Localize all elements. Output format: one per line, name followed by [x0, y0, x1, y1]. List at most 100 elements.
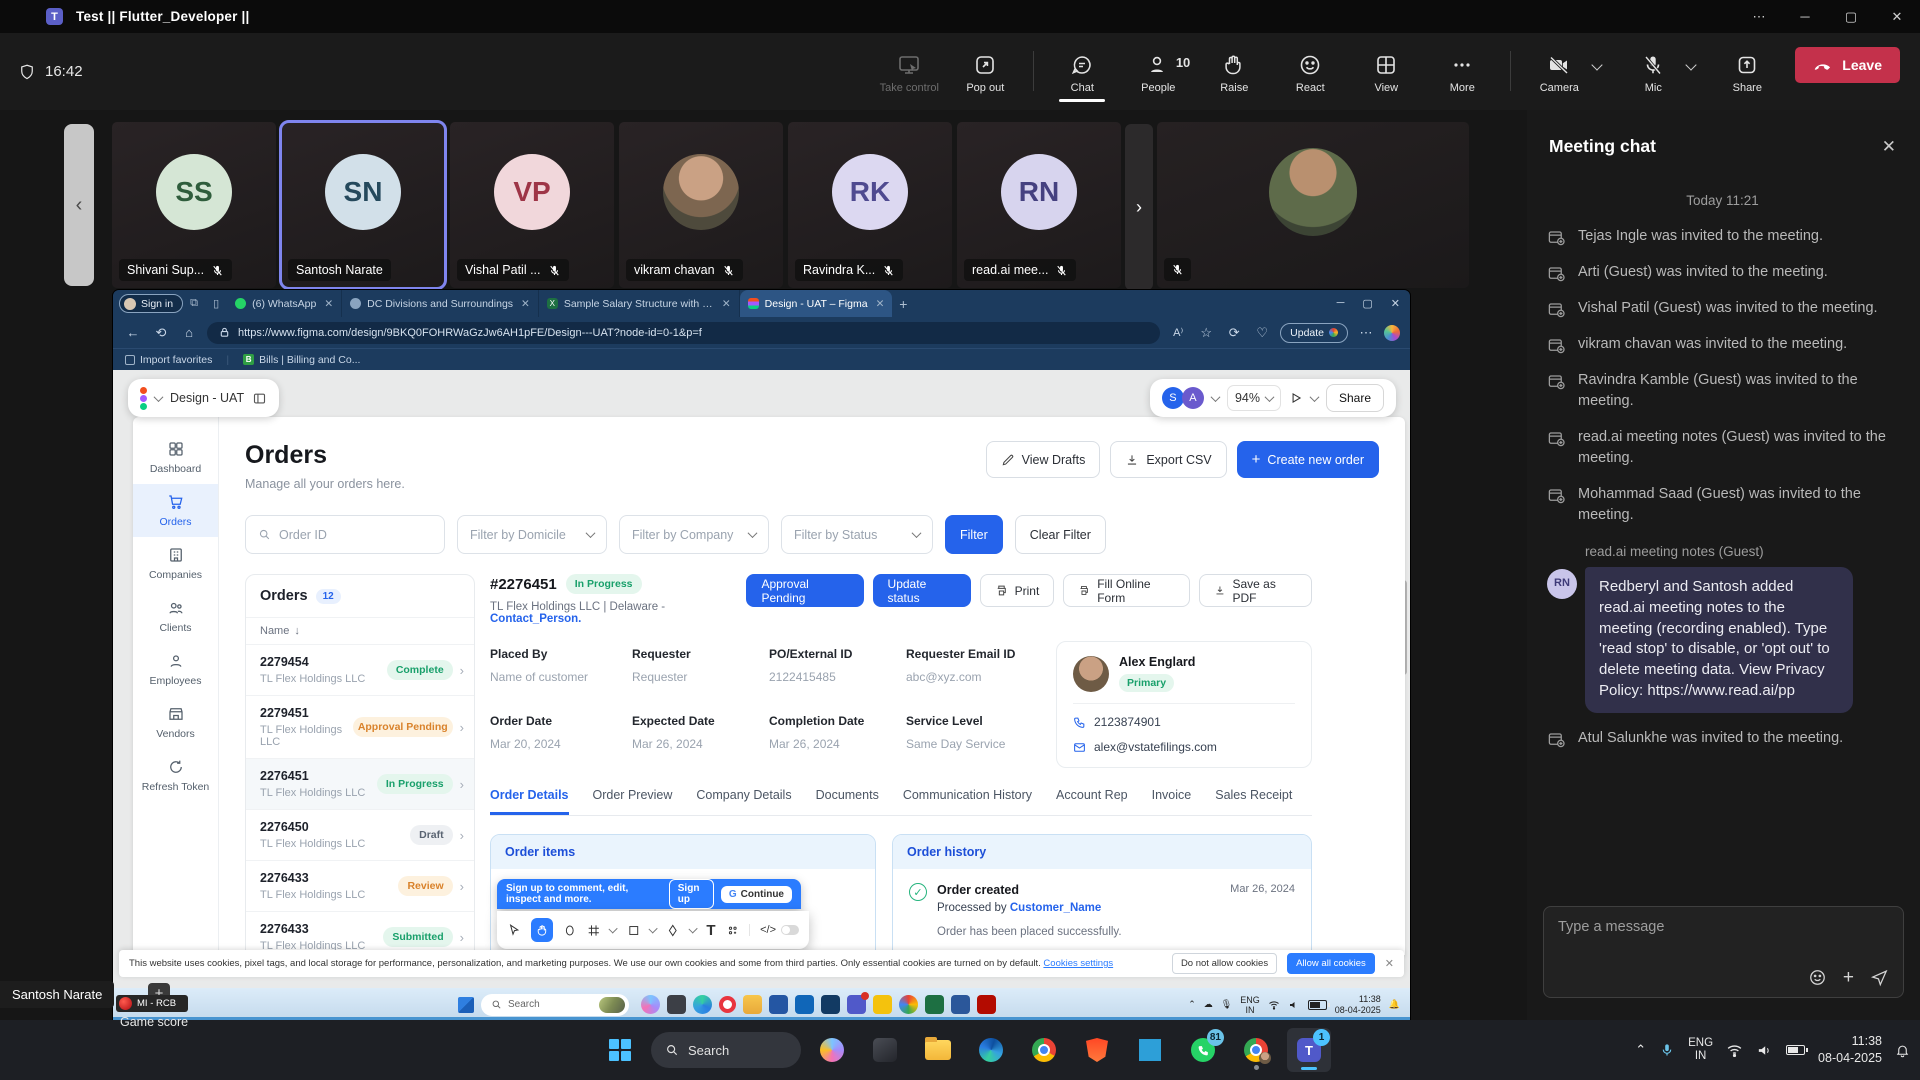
more-button[interactable]: More	[1428, 47, 1496, 94]
participant-tile[interactable]: VP Vishal Patil ...	[450, 122, 614, 288]
read-aloud-icon[interactable]: A⁾	[1168, 326, 1188, 339]
browser-minimize-icon[interactable]: ─	[1337, 297, 1345, 310]
figma-menu-chevron-icon[interactable]	[154, 392, 164, 402]
browser-maximize-icon[interactable]: ▢	[1362, 297, 1372, 310]
domicile-filter-select[interactable]: Filter by Domicile	[457, 515, 607, 554]
browser-close-icon[interactable]: ✕	[1391, 297, 1400, 310]
game-app-button[interactable]	[863, 1028, 907, 1072]
frame-tool-icon[interactable]	[587, 923, 601, 938]
react-button[interactable]: React	[1276, 47, 1344, 94]
window-more-icon[interactable]: ⋯	[1736, 0, 1782, 33]
attach-plus-icon[interactable]: +	[1843, 968, 1854, 987]
approval-pending-button[interactable]: Approval Pending	[746, 574, 863, 607]
order-row-selected[interactable]: 2276451TL Flex Holdings LLC In Progress›	[246, 758, 474, 809]
todo-icon[interactable]	[873, 995, 892, 1014]
camera-dropdown-icon[interactable]	[1592, 59, 1603, 70]
battery-icon[interactable]	[1308, 1000, 1327, 1010]
view-button[interactable]: View	[1352, 47, 1420, 94]
people-button[interactable]: 10 People	[1124, 47, 1192, 94]
share-button[interactable]: Share	[1713, 47, 1781, 94]
volume-icon[interactable]	[1288, 999, 1300, 1011]
chat-message-bubble[interactable]: Redberyl and Santosh added read.ai meeti…	[1585, 567, 1853, 713]
order-row[interactable]: 2279451TL Flex Holdings LLC Approval Pen…	[246, 695, 474, 758]
camera-button[interactable]: Camera	[1525, 47, 1593, 94]
figma-signup-button[interactable]: Sign up	[669, 879, 714, 909]
excel-icon[interactable]	[925, 995, 944, 1014]
filter-button[interactable]: Filter	[945, 515, 1003, 554]
language-indicator[interactable]: ENGIN	[1240, 995, 1260, 1015]
leave-button[interactable]: Leave	[1795, 47, 1900, 83]
chat-close-icon[interactable]: ✕	[1882, 137, 1896, 157]
game-score-widget[interactable]: MI - RCB Game score	[116, 995, 188, 1029]
acrobat-icon[interactable]	[977, 995, 996, 1014]
cookie-close-icon[interactable]: ✕	[1385, 957, 1394, 970]
present-play-icon[interactable]	[1289, 391, 1303, 405]
mic-button[interactable]: Mic	[1619, 47, 1687, 94]
collections-icon[interactable]: ♡	[1252, 325, 1272, 341]
resources-tool-icon[interactable]	[726, 923, 740, 938]
word-icon[interactable]	[951, 995, 970, 1014]
tray-expand-icon[interactable]: ⌃	[1635, 1042, 1646, 1058]
export-csv-button[interactable]: Export CSV	[1110, 441, 1226, 478]
shape-tool-icon[interactable]	[627, 923, 641, 938]
teams-button-active[interactable]: T 1	[1287, 1028, 1331, 1072]
order-row[interactable]: 2276450TL Flex Holdings LLC Draft›	[246, 809, 474, 860]
update-status-button[interactable]: Update status	[873, 574, 971, 607]
bookmark-import[interactable]: Import favorites	[125, 354, 212, 366]
tray-mic-icon[interactable]	[1659, 1042, 1675, 1058]
pen-tool-icon[interactable]	[666, 923, 680, 938]
start-button[interactable]	[598, 1028, 642, 1072]
chat-button[interactable]: Chat	[1048, 47, 1116, 94]
notifications-bell-icon[interactable]	[1895, 1043, 1910, 1058]
tab-invoice[interactable]: Invoice	[1152, 788, 1192, 815]
tab-sales-receipt[interactable]: Sales Receipt	[1215, 788, 1292, 815]
window-close-icon[interactable]: ✕	[1874, 0, 1920, 33]
history-icon[interactable]: ⟳	[1224, 325, 1244, 341]
tab-documents[interactable]: Documents	[816, 788, 879, 815]
cookies-settings-link[interactable]: Cookies settings	[1043, 958, 1113, 969]
shared-clock[interactable]: 11:3808-04-2025	[1335, 994, 1381, 1016]
onedrive-icon[interactable]: ☁	[1204, 999, 1213, 1010]
tab-close-icon[interactable]: ✕	[324, 298, 333, 310]
refresh-icon[interactable]: ⟲	[151, 325, 171, 341]
participant-tile[interactable]: RK Ravindra K...	[788, 122, 952, 288]
dev-mode-toggle[interactable]: </>	[749, 924, 799, 936]
teams-icon[interactable]	[847, 995, 866, 1014]
participant-tile[interactable]: vikram chavan	[619, 122, 783, 288]
tab-list-icon[interactable]: ▯	[205, 297, 227, 310]
file-explorer-button[interactable]	[916, 1028, 960, 1072]
edge-icon[interactable]	[693, 995, 712, 1014]
window-minimize-icon[interactable]: ─	[1782, 0, 1828, 33]
sidebar-item-companies[interactable]: Companies	[133, 537, 218, 590]
figma-doc-title[interactable]: Design - UAT	[170, 391, 244, 405]
clear-filter-button[interactable]: Clear Filter	[1015, 515, 1106, 554]
vscode-button[interactable]	[1128, 1028, 1172, 1072]
edge-button[interactable]	[969, 1028, 1013, 1072]
taskbar-search[interactable]: Search	[651, 1032, 801, 1068]
sidebar-item-vendors[interactable]: Vendors	[133, 696, 218, 749]
allow-cookies-button[interactable]: Allow all cookies	[1287, 953, 1375, 974]
contact-email[interactable]: alex@vstatefilings.com	[1094, 740, 1217, 754]
contact-phone[interactable]: 2123874901	[1094, 715, 1161, 729]
window-maximize-icon[interactable]: ▢	[1828, 0, 1874, 33]
browser-tab[interactable]: XSample Salary Structure with calc✕	[539, 290, 740, 317]
onenote-icon[interactable]	[821, 995, 840, 1014]
collaborator-avatar[interactable]: S	[1162, 387, 1184, 409]
save-as-pdf-button[interactable]: Save as PDF	[1199, 574, 1312, 607]
previous-participants-icon[interactable]: ‹	[64, 124, 94, 286]
status-filter-select[interactable]: Filter by Status	[781, 515, 933, 554]
shared-search-box[interactable]: Search	[481, 994, 629, 1016]
google-continue-button[interactable]: GContinue	[721, 886, 792, 903]
chrome-icon[interactable]	[899, 995, 918, 1014]
bookmark-bills[interactable]: BBills | Billing and Co...	[243, 354, 360, 366]
fill-online-form-button[interactable]: Fill Online Form	[1063, 574, 1189, 607]
figma-share-button[interactable]: Share	[1326, 384, 1384, 412]
next-participants-icon[interactable]: ›	[1125, 124, 1153, 290]
browser-tab[interactable]: DC Divisions and Surroundings✕	[342, 290, 539, 317]
present-chevron-icon[interactable]	[1310, 392, 1320, 402]
sidebar-item-refresh-token[interactable]: Refresh Token	[133, 749, 218, 802]
wifi-icon[interactable]	[1268, 999, 1280, 1011]
copy-icon[interactable]: ⧉	[183, 297, 205, 310]
tab-communication-history[interactable]: Communication History	[903, 788, 1032, 815]
raise-button[interactable]: Raise	[1200, 47, 1268, 94]
